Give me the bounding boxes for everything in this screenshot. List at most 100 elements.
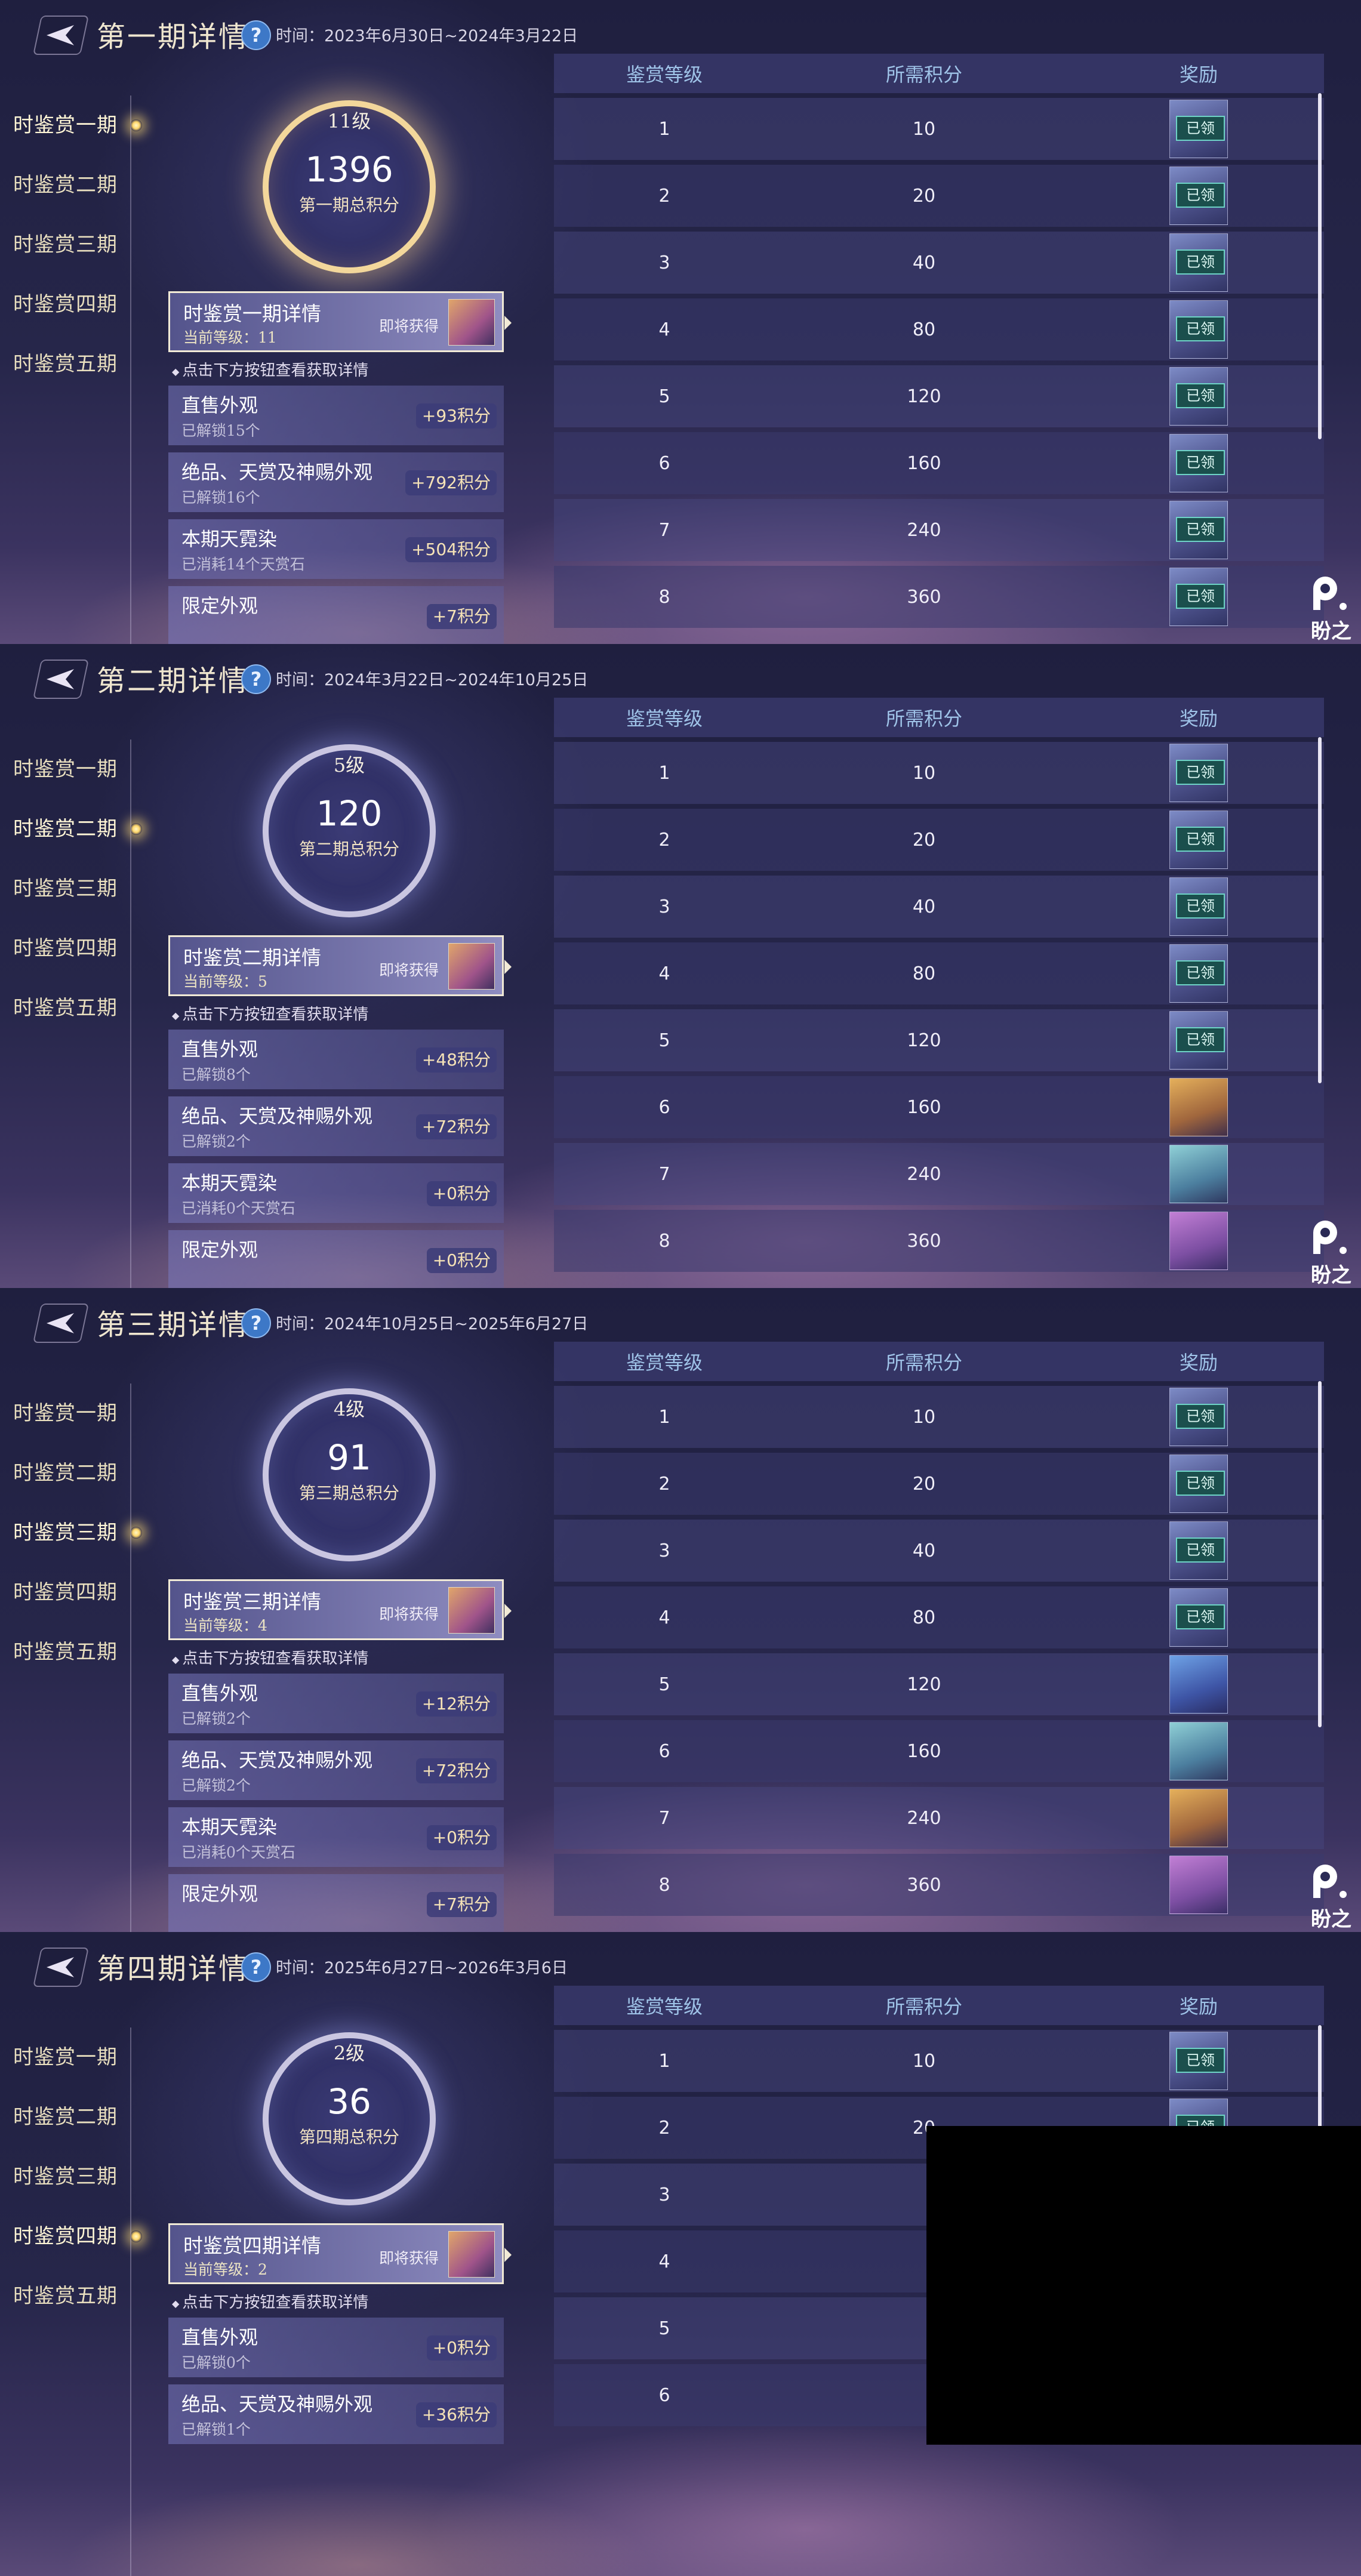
points-source-row[interactable]: 本期天霓染 已消耗0个天赏石 +0积分	[168, 1163, 504, 1223]
points-source-row[interactable]: 限定外观 +7积分	[168, 586, 504, 644]
sidebar-item[interactable]: 时鉴赏五期	[0, 334, 137, 394]
detail-title: 时鉴赏一期详情	[183, 302, 321, 325]
sidebar-item[interactable]: 时鉴赏三期	[0, 2147, 137, 2207]
sidebar-item[interactable]: 时鉴赏五期	[0, 978, 137, 1038]
reward-item[interactable]	[1169, 1789, 1228, 1847]
points-source-row[interactable]: 绝品、天赏及神赐外观 已解锁1个 +36积分	[168, 2384, 504, 2444]
reward-item[interactable]: 已领	[1169, 944, 1228, 1003]
reward-item[interactable]: 已领	[1169, 100, 1228, 158]
reward-item[interactable]: 已领	[1169, 877, 1228, 936]
claimed-badge: 已领	[1176, 249, 1225, 275]
reward-item[interactable]: 已领	[1169, 1521, 1228, 1580]
sidebar-item[interactable]: 时鉴赏一期	[0, 739, 137, 799]
sidebar-divider	[130, 95, 131, 644]
table-row: 6 160	[554, 1076, 1324, 1138]
period-detail-button[interactable]: 时鉴赏一期详情 当前等级：11 即将获得	[168, 291, 512, 352]
reward-item[interactable]: 已领	[1169, 568, 1228, 626]
points-source-list: 直售外观 已解锁8个 +48积分 绝品、天赏及神赐外观 已解锁2个 +72积分 本期天霓染已…	[168, 1030, 504, 1288]
sidebar-item[interactable]: 时鉴赏二期	[0, 799, 142, 859]
sidebar-item[interactable]: 时鉴赏二期	[0, 2087, 137, 2147]
reward-cell: 已领	[1073, 1455, 1324, 1513]
reward-item[interactable]	[1169, 1722, 1228, 1780]
sidebar-item[interactable]: 时鉴赏二期	[0, 155, 137, 215]
points-source-row[interactable]: 本期天霓染 已消耗0个天赏石 +0积分	[168, 1807, 504, 1867]
points-source-row[interactable]: 限定外观 +7积分	[168, 1874, 504, 1932]
sidebar-item[interactable]: 时鉴赏一期	[0, 1383, 137, 1443]
help-icon[interactable]: ?	[241, 1308, 271, 1338]
period-detail-button[interactable]: 时鉴赏四期详情 当前等级：2 即将获得	[168, 2223, 512, 2284]
points-cell: 20	[912, 185, 936, 207]
points-badge: +72积分	[415, 1114, 497, 1139]
sidebar-item[interactable]: 时鉴赏一期	[0, 95, 142, 155]
sidebar-item[interactable]: 时鉴赏三期	[0, 215, 137, 275]
reward-item[interactable]: 已领	[1169, 367, 1228, 426]
back-button[interactable]	[32, 660, 90, 699]
sidebar-item[interactable]: 时鉴赏三期	[0, 1503, 142, 1563]
column-header: 所需积分	[885, 63, 962, 86]
table-scrollbar[interactable]	[1318, 737, 1322, 1083]
reward-item[interactable]: 已领	[1169, 811, 1228, 869]
back-button[interactable]	[32, 1948, 90, 1987]
detail-title: 时鉴赏二期详情	[183, 946, 321, 969]
points-source-row[interactable]: 直售外观 已解锁15个 +93积分	[168, 386, 504, 445]
sidebar-divider	[130, 1383, 131, 1932]
sidebar-item[interactable]: 时鉴赏四期	[0, 919, 137, 978]
points-cell: 120	[907, 386, 941, 407]
help-icon[interactable]: ?	[241, 1952, 271, 1982]
points-source-row[interactable]: 本期天霓染 已消耗14个天赏石 +504积分	[168, 519, 504, 579]
table-row: 3 40 已领	[554, 1520, 1324, 1582]
reward-item[interactable]	[1169, 1145, 1228, 1203]
reward-item[interactable]: 已领	[1169, 744, 1228, 802]
claimed-badge: 已领	[1176, 827, 1225, 852]
reward-item[interactable]	[1169, 1212, 1228, 1270]
reward-item[interactable]: 已领	[1169, 2032, 1228, 2090]
source-subtitle: 已解锁1个	[181, 2421, 251, 2438]
table-scrollbar[interactable]	[1318, 93, 1322, 439]
period-detail-button[interactable]: 时鉴赏三期详情 当前等级：4 即将获得	[168, 1579, 512, 1640]
sidebar-item[interactable]: 时鉴赏三期	[0, 859, 137, 919]
sidebar-item[interactable]: 时鉴赏四期	[0, 1563, 137, 1622]
sidebar-item[interactable]: 时鉴赏一期	[0, 2027, 137, 2087]
points-cell: 40	[912, 252, 936, 273]
sidebar-item[interactable]: 时鉴赏五期	[0, 1622, 137, 1682]
column-header: 所需积分	[885, 707, 962, 730]
points-source-row[interactable]: 直售外观 已解锁8个 +48积分	[168, 1030, 504, 1089]
reward-item[interactable]	[1169, 1078, 1228, 1136]
points-source-row[interactable]: 限定外观 +0积分	[168, 1230, 504, 1288]
help-icon[interactable]: ?	[241, 20, 271, 50]
points-source-row[interactable]: 直售外观 已解锁2个 +12积分	[168, 1674, 504, 1733]
sidebar-item[interactable]: 时鉴赏二期	[0, 1443, 137, 1503]
reward-item[interactable]: 已领	[1169, 300, 1228, 359]
back-button[interactable]	[32, 16, 90, 55]
reward-item[interactable]	[1169, 1856, 1228, 1914]
reward-item[interactable]: 已领	[1169, 1011, 1228, 1070]
sidebar-item[interactable]: 时鉴赏五期	[0, 2266, 137, 2326]
claimed-badge: 已领	[1176, 183, 1225, 208]
reward-item[interactable]: 已领	[1169, 1588, 1228, 1647]
reward-item[interactable]: 已领	[1169, 233, 1228, 292]
table-row: 1 10 已领	[554, 1386, 1324, 1448]
points-source-row[interactable]: 绝品、天赏及神赐外观 已解锁16个 +792积分	[168, 452, 504, 512]
page-title: 第三期详情	[97, 1308, 250, 1342]
level-cell: 2	[658, 2117, 670, 2139]
points-source-row[interactable]: 绝品、天赏及神赐外观 已解锁2个 +72积分	[168, 1096, 504, 1156]
reward-preview-thumbnail	[448, 943, 495, 990]
coming-soon-label: 即将获得	[379, 1606, 439, 1623]
reward-item[interactable]: 已领	[1169, 434, 1228, 492]
points-source-row[interactable]: 直售外观 已解锁0个 +0积分	[168, 2318, 504, 2377]
back-button[interactable]	[32, 1304, 90, 1343]
points-cell: 160	[907, 1740, 941, 1762]
reward-item[interactable]	[1169, 1655, 1228, 1714]
sidebar-item[interactable]: 时鉴赏四期	[0, 2207, 142, 2266]
help-icon[interactable]: ?	[241, 664, 271, 694]
reward-item[interactable]: 已领	[1169, 501, 1228, 559]
period-detail-button[interactable]: 时鉴赏二期详情 当前等级：5 即将获得	[168, 935, 512, 996]
reward-item[interactable]: 已领	[1169, 1388, 1228, 1446]
reward-item[interactable]: 已领	[1169, 167, 1228, 225]
current-level: 当前等级：11	[183, 329, 277, 346]
points-source-row[interactable]: 绝品、天赏及神赐外观 已解锁2个 +72积分	[168, 1740, 504, 1800]
source-subtitle: 已解锁2个	[181, 1710, 251, 1727]
sidebar-item[interactable]: 时鉴赏四期	[0, 275, 137, 334]
reward-item[interactable]: 已领	[1169, 1455, 1228, 1513]
table-scrollbar[interactable]	[1318, 1381, 1322, 1727]
